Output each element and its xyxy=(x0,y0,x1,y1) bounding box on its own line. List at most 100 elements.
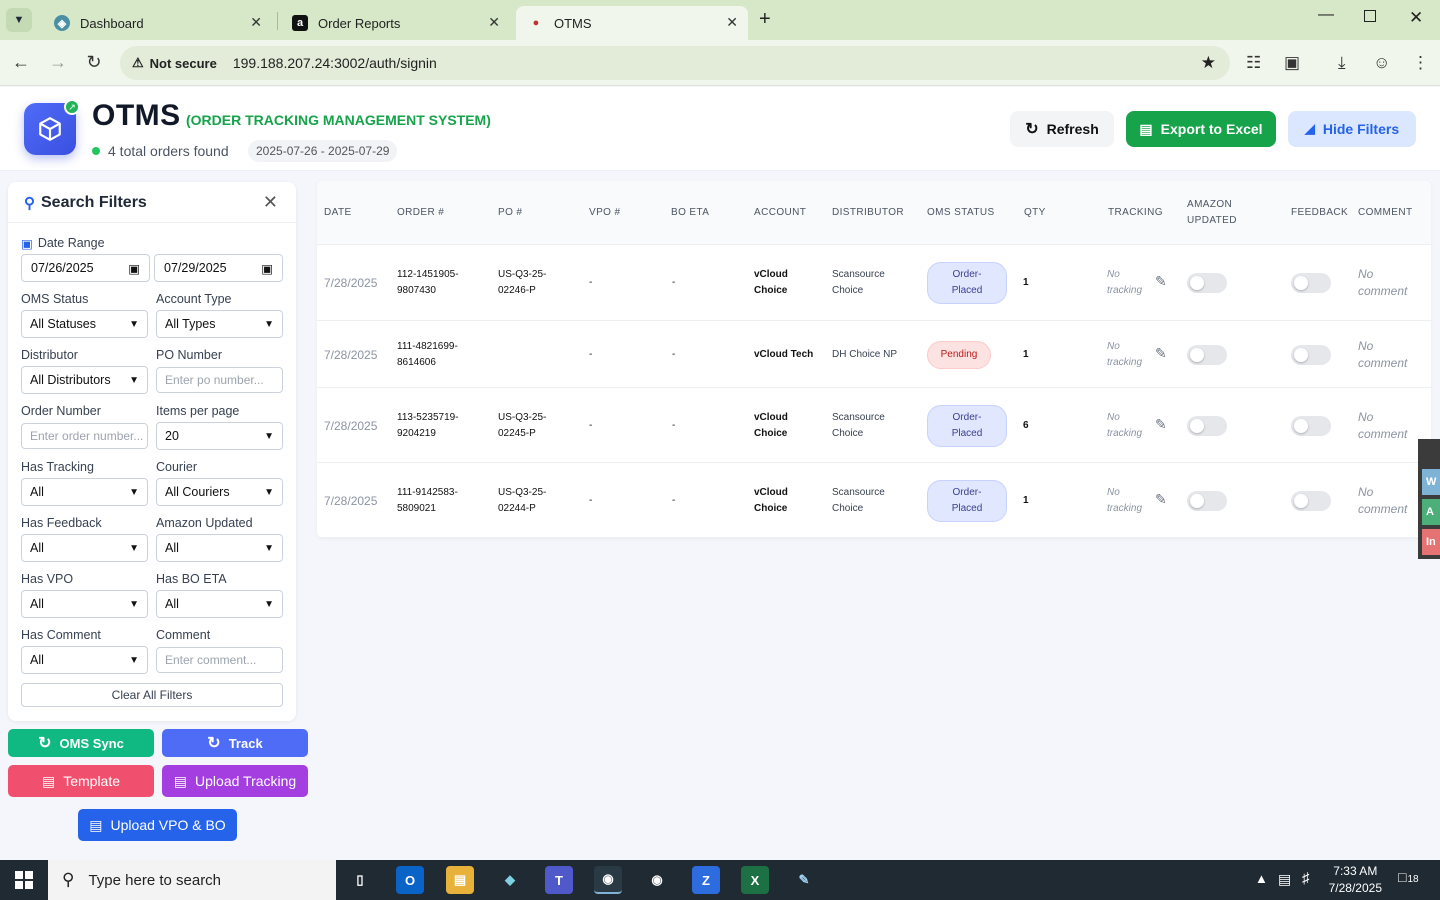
task-view-icon[interactable]: ▯ xyxy=(346,866,374,894)
close-tab-icon[interactable]: ✕ xyxy=(250,14,262,31)
tab-otms[interactable]: ● OTMS ✕ xyxy=(516,6,748,40)
column-distributor[interactable]: DISTRIBUTOR xyxy=(832,205,904,221)
has-tracking-select[interactable]: All ▼ xyxy=(21,478,148,506)
column-qty[interactable]: QTY xyxy=(1024,205,1046,221)
bookmark-star-icon[interactable]: ★ xyxy=(1201,53,1216,73)
items-per-page-select[interactable]: 20 ▼ xyxy=(156,422,283,450)
reload-icon[interactable]: ↻ xyxy=(83,52,105,73)
feedback-toggle[interactable] xyxy=(1291,415,1331,436)
column-oms-status[interactable]: OMS STATUS xyxy=(927,205,995,221)
teams-icon[interactable]: T xyxy=(545,866,573,894)
volume-icon[interactable]: ♯ xyxy=(1302,870,1310,887)
order-number[interactable]: 111-9142583- 5809021 xyxy=(397,485,458,517)
close-window-icon[interactable]: ✕ xyxy=(1409,8,1423,28)
side-widget-item[interactable]: In xyxy=(1422,529,1440,555)
amazon-updated-toggle[interactable] xyxy=(1187,344,1227,365)
url-text[interactable]: 199.188.207.24:3002/auth/signin xyxy=(233,55,437,71)
column-vpo[interactable]: VPO # xyxy=(589,205,620,221)
minimize-window-icon[interactable]: — xyxy=(1318,6,1334,24)
tab-order-reports[interactable]: a Order Reports ✕ xyxy=(280,6,510,40)
column-date[interactable]: DATE xyxy=(324,205,352,221)
oms-sync-button[interactable]: ↻ OMS Sync xyxy=(8,729,154,757)
order-number[interactable]: 111-4821699- 8614606 xyxy=(397,339,458,371)
date-from-input[interactable]: 07/26/2025 ▣ xyxy=(21,254,150,282)
menu-kebab-icon[interactable]: ⋮ xyxy=(1412,53,1429,73)
amazon-updated-toggle[interactable] xyxy=(1187,273,1227,293)
download-icon[interactable]: ⤓ xyxy=(1338,53,1346,73)
comment-value[interactable]: No comment xyxy=(1358,409,1407,443)
refresh-button[interactable]: ↻ Refresh xyxy=(1010,111,1114,147)
distributor-select[interactable]: All Distributors ▼ xyxy=(21,366,148,394)
extensions-icon[interactable]: ▣ xyxy=(1284,53,1300,73)
column-amazon-updated[interactable]: AMAZON UPDATED xyxy=(1187,197,1237,229)
chrome-profile-icon[interactable]: ◉ xyxy=(643,866,671,894)
clock[interactable]: 7:33 AM 7/28/2025 xyxy=(1329,863,1382,897)
side-widget-item[interactable]: W xyxy=(1422,469,1440,495)
comment-input[interactable]: Enter comment... xyxy=(156,647,283,673)
close-icon[interactable]: ✕ xyxy=(263,192,278,213)
oms-status-select[interactable]: All Statuses ▼ xyxy=(21,310,148,338)
template-button[interactable]: ▤ Template xyxy=(8,765,154,797)
export-excel-button[interactable]: ▤ Export to Excel xyxy=(1126,111,1276,147)
translate-icon[interactable]: ☷ xyxy=(1246,53,1261,73)
edit-pencil-icon[interactable]: ✎ xyxy=(1155,273,1167,290)
feedback-toggle[interactable] xyxy=(1291,490,1331,511)
order-number-input[interactable]: Enter order number... xyxy=(21,423,148,449)
column-tracking[interactable]: TRACKING xyxy=(1108,205,1163,221)
amazon-updated-select[interactable]: All ▼ xyxy=(156,534,283,562)
tab-search-dropdown[interactable]: ▼ xyxy=(6,8,32,32)
show-hidden-icons-icon[interactable]: ▲ xyxy=(1255,871,1268,886)
comment-value[interactable]: No comment xyxy=(1358,484,1407,518)
feedback-toggle[interactable] xyxy=(1291,273,1331,293)
address-bar[interactable]: ⚠ Not secure 199.188.207.24:3002/auth/sig… xyxy=(120,46,1230,80)
start-button[interactable] xyxy=(0,860,48,900)
courier-select[interactable]: All Couriers ▼ xyxy=(156,478,283,506)
profile-icon[interactable]: ☺ xyxy=(1373,53,1390,73)
hide-filters-button[interactable]: ◢ Hide Filters xyxy=(1288,111,1416,147)
po-number-input[interactable]: Enter po number... xyxy=(156,367,283,393)
column-comment[interactable]: COMMENT xyxy=(1358,205,1412,221)
comment-value[interactable]: No comment xyxy=(1358,266,1407,300)
upload-tracking-button[interactable]: ▤ Upload Tracking xyxy=(162,765,308,797)
new-tab-icon[interactable]: + xyxy=(759,8,771,31)
notifications-icon[interactable]: □18 xyxy=(1398,869,1419,885)
restore-window-icon[interactable] xyxy=(1364,10,1376,22)
account-type-select[interactable]: All Types ▼ xyxy=(156,310,283,338)
clear-all-filters-button[interactable]: Clear All Filters xyxy=(21,683,283,707)
has-vpo-select[interactable]: All ▼ xyxy=(21,590,148,618)
has-bo-eta-select[interactable]: All ▼ xyxy=(156,590,283,618)
forward-icon[interactable]: → xyxy=(47,52,69,73)
has-feedback-select[interactable]: All ▼ xyxy=(21,534,148,562)
not-secure-indicator[interactable]: ⚠ Not secure xyxy=(132,55,217,71)
chrome-icon[interactable]: ◉ xyxy=(594,866,622,894)
close-tab-icon[interactable]: ✕ xyxy=(488,14,500,31)
file-explorer-icon[interactable]: ▤ xyxy=(446,866,474,894)
column-order[interactable]: ORDER # xyxy=(397,205,444,221)
column-bo-eta[interactable]: BO ETA xyxy=(671,205,709,221)
network-icon[interactable]: ▤ xyxy=(1278,871,1291,888)
column-po[interactable]: PO # xyxy=(498,205,522,221)
order-number[interactable]: 113-5235719- 9204219 xyxy=(397,410,459,442)
track-button[interactable]: ↻ Track xyxy=(162,729,308,757)
app-diamond-icon[interactable]: ◆ xyxy=(496,866,524,894)
edit-pencil-icon[interactable]: ✎ xyxy=(1155,345,1167,362)
taskbar-search-input[interactable]: ⚲ Type here to search xyxy=(48,860,336,900)
calendar-icon[interactable]: ▣ xyxy=(128,261,140,276)
tab-dashboard[interactable]: ◈ Dashboard ✕ xyxy=(42,6,272,40)
back-icon[interactable]: ← xyxy=(10,52,32,73)
amazon-updated-toggle[interactable] xyxy=(1187,415,1227,436)
amazon-updated-toggle[interactable] xyxy=(1187,490,1227,511)
order-number[interactable]: 112-1451905- 9807430 xyxy=(397,267,459,299)
date-to-input[interactable]: 07/29/2025 ▣ xyxy=(154,254,283,282)
calendar-icon[interactable]: ▣ xyxy=(261,261,273,276)
edit-pencil-icon[interactable]: ✎ xyxy=(1155,491,1167,508)
feedback-toggle[interactable] xyxy=(1291,344,1331,365)
comment-value[interactable]: No comment xyxy=(1358,338,1407,372)
notepad-icon[interactable]: ✎ xyxy=(790,866,818,894)
side-widget-item[interactable]: A xyxy=(1422,499,1440,525)
outlook-icon[interactable]: O xyxy=(396,866,424,894)
edit-pencil-icon[interactable]: ✎ xyxy=(1155,416,1167,433)
upload-vpo-bo-button[interactable]: ▤ Upload VPO & BO xyxy=(78,809,237,841)
column-feedback[interactable]: FEEDBACK xyxy=(1291,205,1348,221)
column-account[interactable]: ACCOUNT xyxy=(754,205,806,221)
